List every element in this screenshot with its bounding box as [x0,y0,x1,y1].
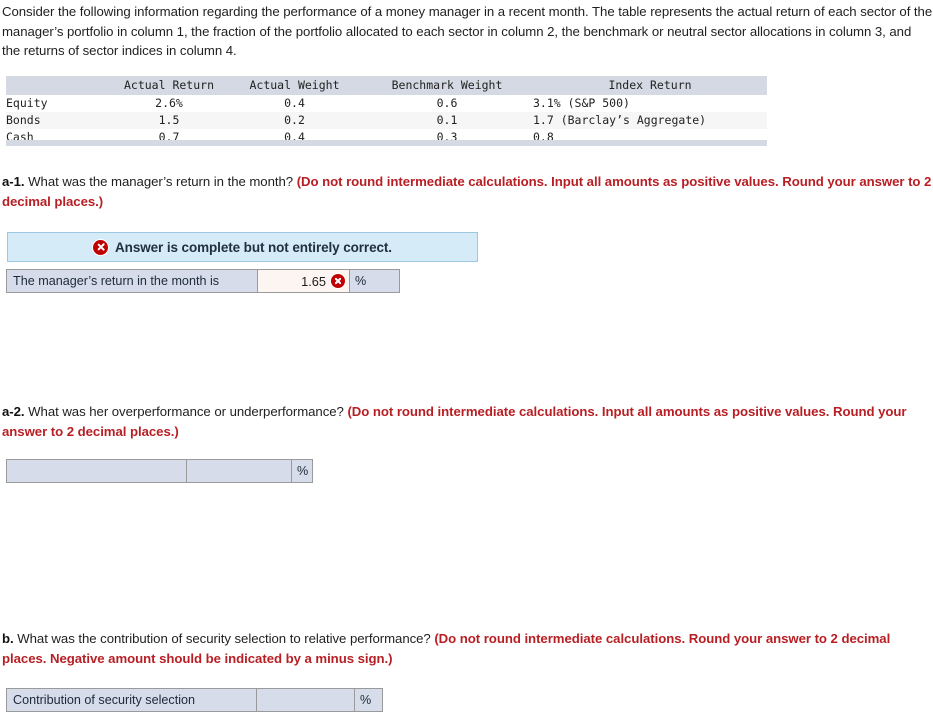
question-a2: a-2. What was her overperformance or und… [2,402,933,441]
col-header-sector [6,76,110,95]
question-b: b. What was the contribution of security… [2,629,933,668]
cell-index-return: 1.7 (Barclay’s Aggregate) [533,113,707,127]
answer-row-a2: % [6,459,313,483]
answer-b-label: Contribution of security selection [7,689,257,711]
cell-actual-weight: 0.4 [284,96,305,110]
col-header-actual-weight: Actual Weight [249,78,340,92]
answer-row-a1: The manager’s return in the month is 1.6… [6,269,400,293]
question-b-id: b. [2,631,14,646]
table-row: Equity 2.6% 0.4 0.6 3.1% (S&P 500) [6,95,767,112]
table-row: Bonds 1.5 0.2 0.1 1.7 (Barclay’s Aggrega… [6,112,767,129]
question-a2-prompt: What was her overperformance or underper… [24,404,348,419]
col-header-actual-return: Actual Return [123,78,214,92]
question-a1-prompt: What was the manager’s return in the mon… [24,174,297,189]
cell-actual-return: 2.6% [155,96,183,110]
question-a1-id: a-1. [2,174,25,189]
performance-table: Actual Return Actual Weight Benchmark We… [6,76,767,146]
table-footer-bar [6,140,767,146]
alert-text-wrapper: Answer is complete but not entirely corr… [93,239,392,255]
alert-message: Answer is complete but not entirely corr… [115,239,392,255]
question-b-prompt: What was the contribution of security se… [13,631,435,646]
table-body: Equity 2.6% 0.4 0.6 3.1% (S&P 500) Bonds… [6,95,767,146]
answer-b-unit: % [355,689,382,711]
cell-benchmark-weight: 0.6 [436,96,458,110]
answer-a1-input[interactable]: 1.65 [258,270,350,292]
cell-index-return: 3.1% (S&P 500) [533,96,630,110]
cell-sector: Bonds [6,113,41,127]
col-header-index-return: Index Return [608,78,692,92]
cell-sector: Equity [6,96,48,110]
table-header-row: Actual Return Actual Weight Benchmark We… [6,76,767,95]
answer-a2-unit: % [292,460,312,482]
intro-paragraph: Consider the following information regar… [2,4,933,58]
answer-a1-label: The manager’s return in the month is [7,270,258,292]
answer-a2-label [7,460,187,482]
question-a2-id: a-2. [2,404,25,419]
table-head: Actual Return Actual Weight Benchmark We… [6,76,767,95]
cell-actual-return: 1.5 [158,113,180,127]
answer-a1-unit: % [350,270,399,292]
answer-row-b: Contribution of security selection % [6,688,383,712]
question-a1: a-1. What was the manager’s return in th… [2,172,933,211]
answer-a2-input[interactable] [187,460,292,482]
cell-benchmark-weight: 0.1 [436,113,458,127]
error-x-icon [331,274,345,288]
col-header-benchmark-weight: Benchmark Weight [391,78,503,92]
answer-status-alert: Answer is complete but not entirely corr… [7,232,478,262]
answer-b-input[interactable] [257,689,355,711]
cell-actual-weight: 0.2 [284,113,305,127]
answer-a1-value: 1.65 [301,273,326,289]
error-x-icon [93,239,109,255]
